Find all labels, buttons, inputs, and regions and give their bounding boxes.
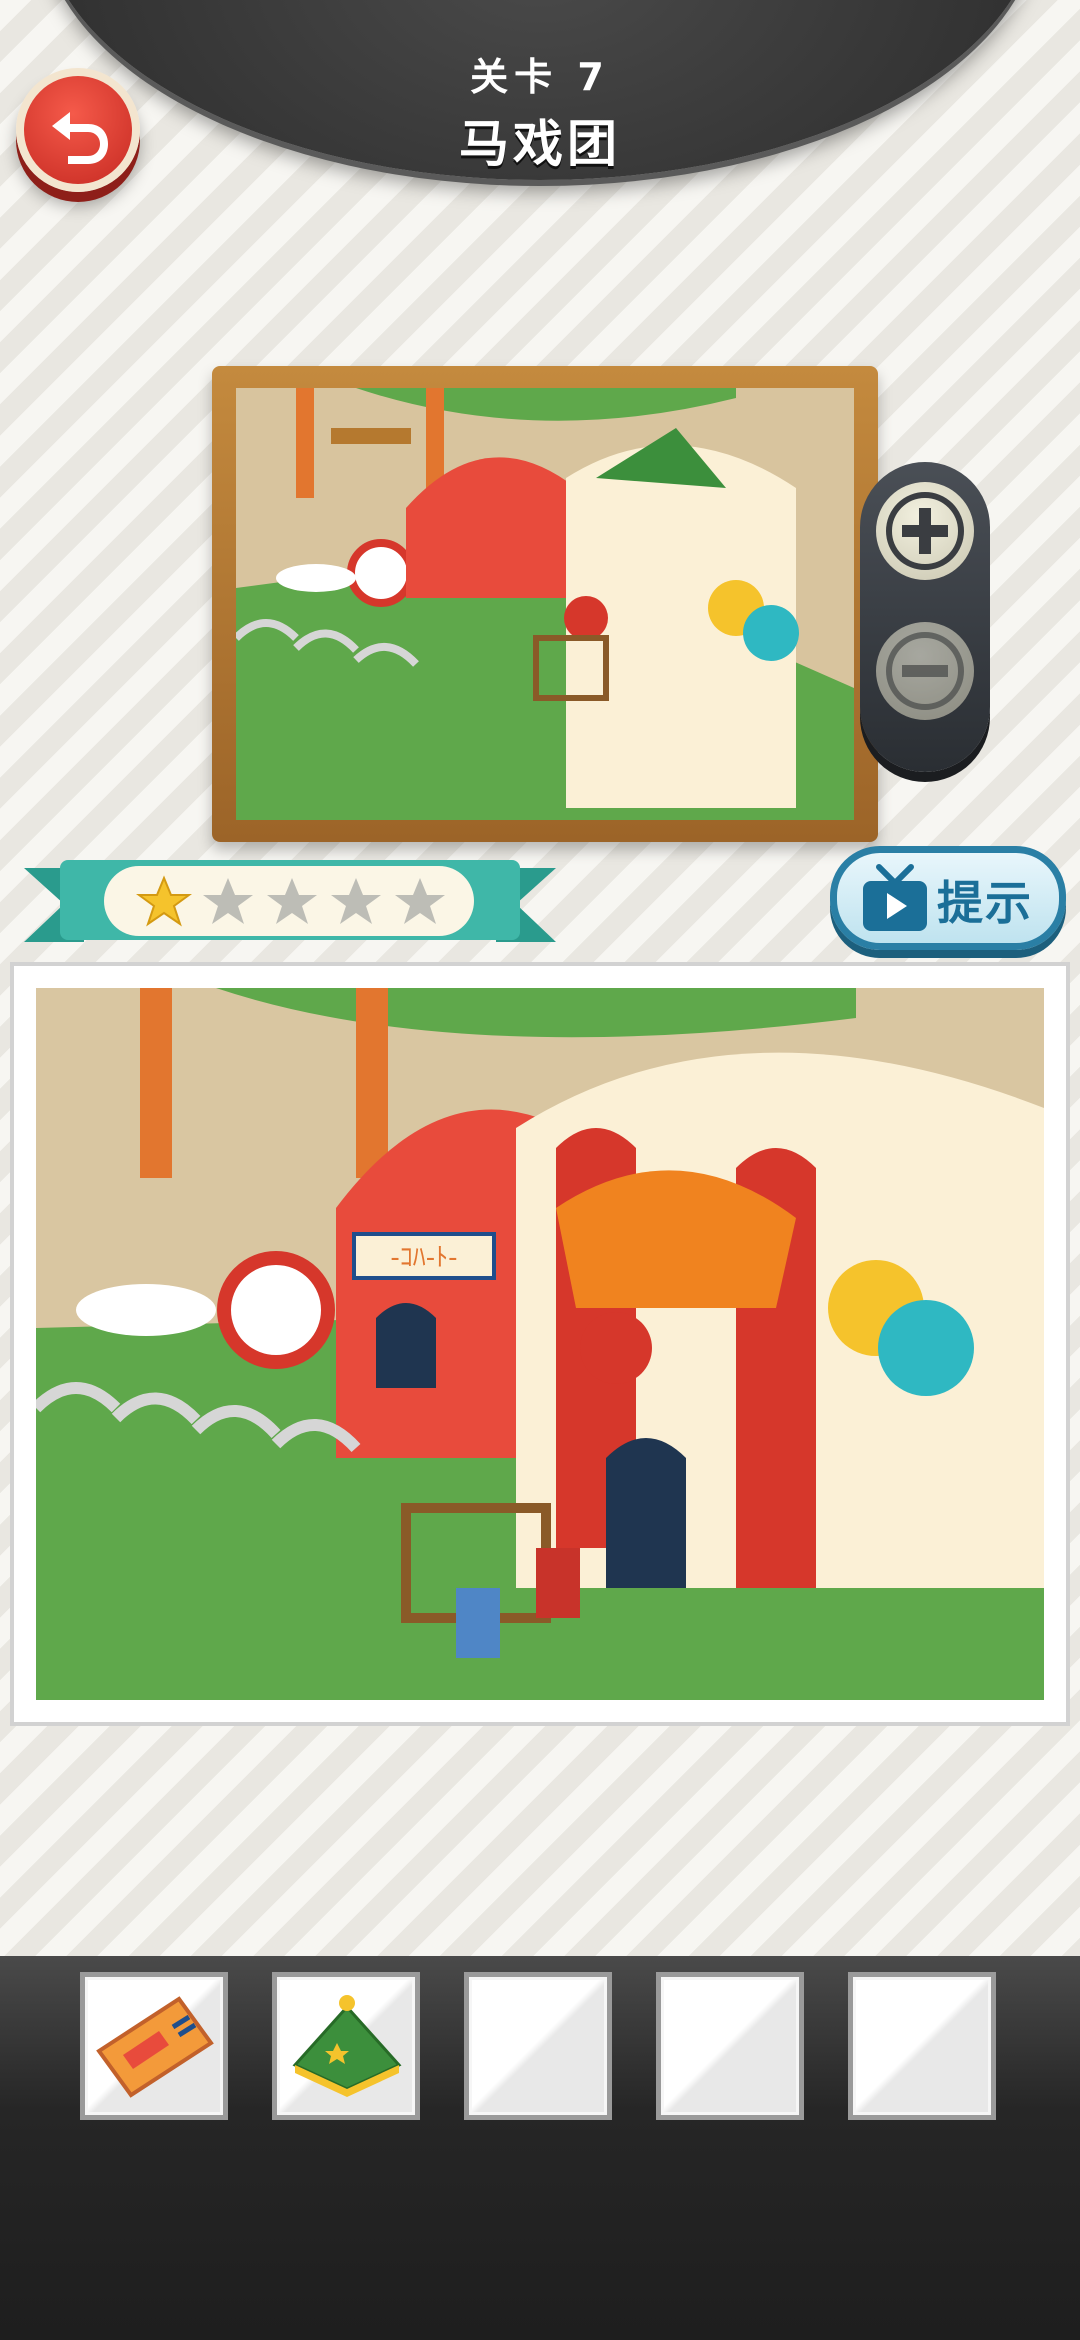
circus-ticket-icon: [96, 1996, 214, 2098]
star-filled-icon: [136, 875, 192, 927]
inventory-slot-5[interactable]: [848, 1972, 996, 2120]
zoom-control: [860, 462, 990, 772]
circus-scene: -ｺﾊ-ﾄ-: [36, 988, 1044, 1700]
level-number: 关卡 7: [470, 55, 610, 99]
tv-play-icon: [863, 864, 927, 931]
ticket-booth-sign: -ｺﾊ-ﾄ-: [390, 1243, 457, 1273]
clown-hat-icon: [292, 1995, 402, 2097]
inventory-slot-3[interactable]: [464, 1972, 612, 2120]
undo-arrow-icon: [52, 112, 108, 164]
star-empty-icon: [203, 878, 253, 924]
plus-icon: [886, 492, 964, 570]
star-empty-icon: [267, 878, 317, 924]
inventory-slot-2[interactable]: [272, 1972, 420, 2120]
minimap-view[interactable]: [236, 388, 854, 820]
star-empty-icon: [331, 878, 381, 924]
minimap-scene: [236, 388, 854, 820]
scene-frame: -ｺﾊ-ﾄ-: [10, 962, 1070, 1726]
back-button[interactable]: [16, 68, 140, 192]
zoom-out-button[interactable]: [876, 622, 974, 720]
scene-view[interactable]: -ｺﾊ-ﾄ-: [36, 988, 1044, 1700]
hint-label: 提示: [937, 876, 1033, 930]
hint-button[interactable]: 提示: [830, 846, 1066, 950]
inventory-slot-1[interactable]: [80, 1972, 228, 2120]
minimap-frame: [212, 366, 878, 842]
level-title: 马戏团: [459, 115, 621, 173]
inventory-slot-4[interactable]: [656, 1972, 804, 2120]
star-empty-icon: [395, 878, 445, 924]
minus-icon: [886, 632, 964, 710]
zoom-in-button[interactable]: [876, 482, 974, 580]
